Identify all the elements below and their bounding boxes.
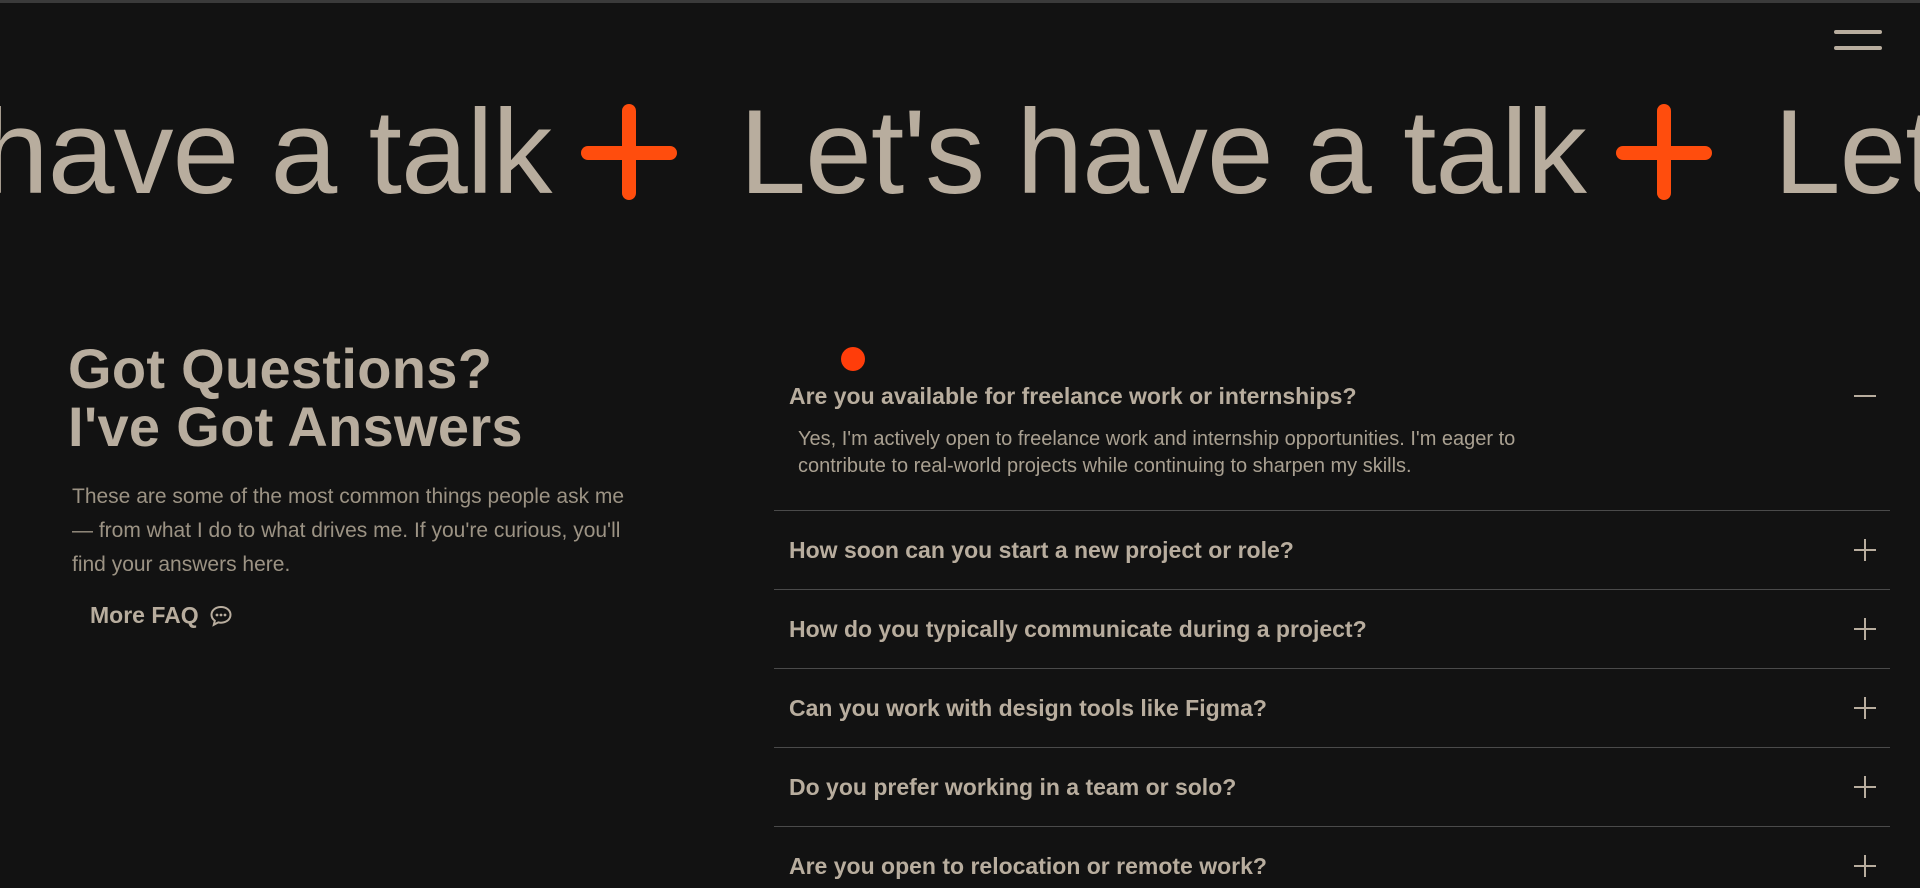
faq-question: How soon can you start a new project or … (789, 536, 1294, 563)
faq-question-toggle[interactable]: Do you prefer working in a team or solo? (774, 748, 1890, 826)
marquee-track: have a talk Let's have a talk Let' (0, 82, 1920, 222)
marquee-text: have a talk (0, 85, 552, 219)
faq-item: Can you work with design tools like Figm… (774, 669, 1890, 748)
faq-item: Are you open to relocation or remote wor… (774, 827, 1890, 888)
faq-intro: Got Questions? I've Got Answers These ar… (68, 340, 628, 629)
faq-question: Do you prefer working in a team or solo? (789, 773, 1237, 800)
faq-question: Are you open to relocation or remote wor… (789, 852, 1267, 879)
faq-item: Are you available for freelance work or … (774, 366, 1890, 511)
faq-heading-line1: Got Questions? (68, 337, 493, 400)
plus-icon[interactable] (1854, 539, 1876, 561)
hamburger-menu-icon-line (1834, 30, 1882, 34)
faq-question-toggle[interactable]: How soon can you start a new project or … (774, 511, 1890, 589)
faq-answer: Yes, I'm actively open to freelance work… (798, 428, 1516, 477)
plus-icon[interactable] (1854, 697, 1876, 719)
marquee-banner: have a talk Let's have a talk Let' (0, 82, 1920, 222)
chat-bubble-icon (210, 605, 232, 627)
marquee-item: Let's have a talk (739, 82, 1773, 222)
minus-icon[interactable] (1854, 385, 1876, 407)
faq-item: How do you typically communicate during … (774, 590, 1890, 669)
plus-icon[interactable] (1854, 776, 1876, 798)
plus-icon (1615, 104, 1712, 200)
faq-item: Do you prefer working in a team or solo? (774, 748, 1890, 827)
plus-icon[interactable] (1854, 618, 1876, 640)
more-faq-label: More FAQ (90, 602, 199, 628)
faq-question-toggle[interactable]: Are you open to relocation or remote wor… (774, 827, 1890, 888)
marquee-text: Let' (1773, 85, 1920, 219)
faq-question: How do you typically communicate during … (789, 615, 1367, 642)
marquee-text: Let's have a talk (739, 85, 1586, 219)
faq-question-toggle[interactable]: How do you typically communicate during … (774, 590, 1890, 668)
top-border (0, 0, 1920, 3)
marquee-item: have a talk (0, 82, 739, 222)
faq-description: These are some of the most common things… (72, 485, 625, 576)
more-faq-link[interactable]: More FAQ (90, 602, 233, 629)
hamburger-menu-button[interactable] (1828, 28, 1888, 56)
hamburger-menu-icon-line (1834, 46, 1882, 50)
plus-icon[interactable] (1854, 855, 1876, 877)
faq-question: Are you available for freelance work or … (789, 382, 1357, 409)
faq-heading-line2: I've Got Answers (68, 395, 523, 458)
marquee-item: Let' (1774, 82, 1920, 222)
faq-question-toggle[interactable]: Can you work with design tools like Figm… (774, 669, 1890, 747)
faq-accordion: Are you available for freelance work or … (774, 366, 1890, 888)
faq-question: Can you work with design tools like Figm… (789, 694, 1267, 721)
plus-icon (581, 104, 678, 200)
faq-question-toggle[interactable]: Are you available for freelance work or … (774, 366, 1890, 426)
faq-item: How soon can you start a new project or … (774, 511, 1890, 590)
faq-heading: Got Questions? I've Got Answers (68, 340, 628, 456)
